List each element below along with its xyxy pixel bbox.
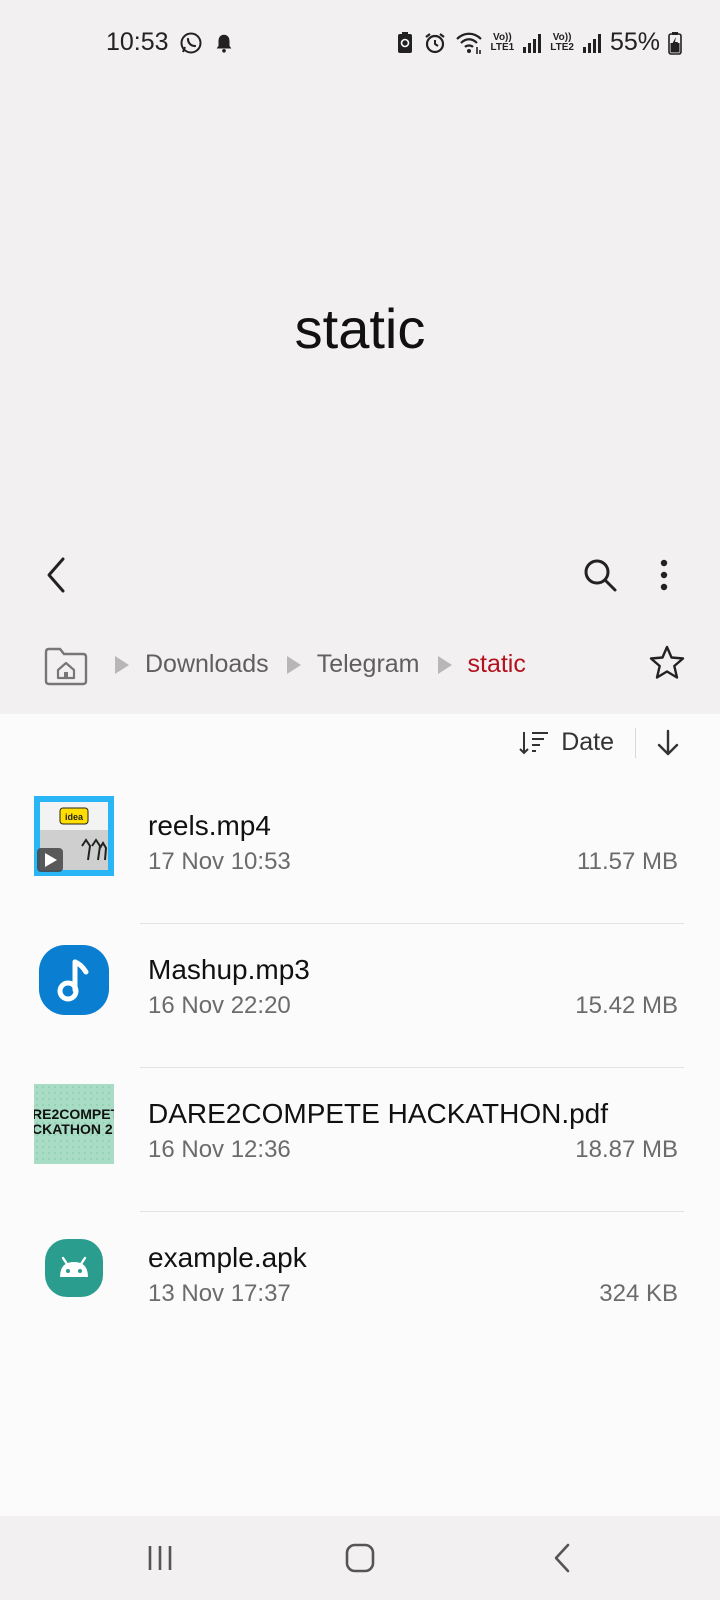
breadcrumb-arrow-icon	[286, 655, 301, 674]
breadcrumb-home-button[interactable]	[43, 646, 89, 691]
status-right: Vo)) LTE1 Vo)) LTE2 55%	[395, 28, 682, 57]
signal-sim2-icon	[582, 32, 602, 54]
file-list-panel: Date idea reels.mp4 17 Nov 10:53 11.57 M…	[0, 714, 720, 1516]
notification-bell-icon	[213, 32, 235, 54]
file-row-mashup[interactable]: Mashup.mp3 16 Nov 22:20 15.42 MB	[0, 924, 720, 1068]
battery-charging-icon	[668, 31, 682, 55]
chevron-left-icon	[47, 557, 65, 593]
svg-text:RE2COMPET: RE2COMPET	[34, 1106, 114, 1122]
arrow-down-icon	[657, 729, 679, 756]
sim1-volte-bottom: LTE1	[490, 41, 515, 53]
back-button[interactable]	[26, 545, 86, 605]
sort-label: Date	[561, 728, 614, 756]
status-time: 10:53	[106, 28, 169, 56]
audio-file-icon	[34, 940, 114, 1020]
whatsapp-icon	[179, 31, 203, 55]
file-row-hackathon-pdf[interactable]: RE2COMPET CKATHON 2 DARE2COMPETE HACKATH…	[0, 1068, 720, 1212]
search-button[interactable]	[570, 545, 630, 605]
battery-saver-icon	[395, 31, 415, 55]
sim2-volte: Vo)) LTE2	[550, 31, 574, 53]
file-name: Mashup.mp3	[148, 954, 310, 985]
system-nav-bar	[0, 1516, 720, 1600]
sim1-volte: Vo)) LTE1	[490, 31, 515, 53]
more-vertical-icon	[660, 559, 668, 591]
status-left: 10:53	[106, 28, 235, 57]
sort-divider	[635, 728, 636, 758]
home-button[interactable]	[330, 1534, 390, 1582]
file-name: example.apk	[148, 1242, 307, 1273]
nav-back-button[interactable]	[532, 1534, 592, 1582]
file-date: 17 Nov 10:53	[148, 848, 291, 875]
breadcrumb-item-telegram[interactable]: Telegram	[317, 650, 420, 679]
svg-text:CKATHON 2: CKATHON 2	[34, 1121, 113, 1137]
recent-apps-button[interactable]	[130, 1534, 190, 1582]
sort-by-button[interactable]: Date	[519, 728, 614, 757]
breadcrumb-item-downloads[interactable]: Downloads	[145, 650, 269, 679]
breadcrumb: Downloads Telegram static	[0, 640, 720, 696]
file-size: 11.57 MB	[577, 848, 678, 875]
recent-apps-icon	[148, 1546, 172, 1570]
breadcrumb-path: Downloads Telegram static	[115, 650, 544, 679]
file-list: idea reels.mp4 17 Nov 10:53 11.57 MB Mas…	[0, 780, 720, 1356]
video-thumbnail: idea	[34, 796, 114, 876]
file-size: 324 KB	[599, 1280, 678, 1307]
home-folder-icon	[44, 647, 88, 686]
search-icon	[584, 559, 617, 592]
pdf-thumbnail: RE2COMPET CKATHON 2	[32, 1084, 120, 1164]
wifi-icon	[455, 31, 483, 55]
alarm-icon	[423, 31, 447, 55]
file-row-example-apk[interactable]: example.apk 13 Nov 17:37 324 KB	[0, 1212, 720, 1356]
android-apk-icon	[34, 1228, 114, 1308]
more-options-button[interactable]	[634, 545, 694, 605]
favorite-button[interactable]	[648, 644, 686, 687]
sort-icon	[519, 731, 549, 754]
battery-percent: 55%	[609, 28, 660, 56]
sim1-volte-top: Vo))	[493, 31, 512, 43]
svg-text:idea: idea	[65, 812, 84, 822]
sim2-volte-bottom: LTE2	[550, 41, 574, 53]
file-size: 18.87 MB	[575, 1136, 678, 1163]
file-date: 16 Nov 12:36	[148, 1136, 291, 1163]
sort-direction-button[interactable]	[656, 728, 680, 763]
back-icon	[554, 1543, 570, 1573]
file-size: 15.42 MB	[575, 992, 678, 1019]
breadcrumb-arrow-icon	[115, 655, 129, 674]
page-title: static	[294, 297, 426, 360]
file-name: DARE2COMPETE HACKATHON.pdf	[148, 1098, 609, 1129]
sim2-volte-top: Vo))	[552, 31, 572, 43]
file-name: reels.mp4	[148, 810, 271, 841]
status-bar: 10:53 Vo)) LTE1 Vo)) LTE2 55%	[0, 0, 720, 88]
file-date: 16 Nov 22:20	[148, 992, 291, 1019]
signal-sim1-icon	[522, 32, 542, 54]
breadcrumb-item-static[interactable]: static	[468, 650, 526, 679]
file-date: 13 Nov 17:37	[148, 1280, 291, 1307]
home-icon	[345, 1543, 375, 1573]
star-icon	[649, 645, 685, 679]
sort-bar: Date	[0, 714, 720, 774]
toolbar	[0, 545, 720, 605]
file-row-reels[interactable]: idea reels.mp4 17 Nov 10:53 11.57 MB	[0, 780, 720, 924]
breadcrumb-arrow-icon	[437, 655, 452, 674]
